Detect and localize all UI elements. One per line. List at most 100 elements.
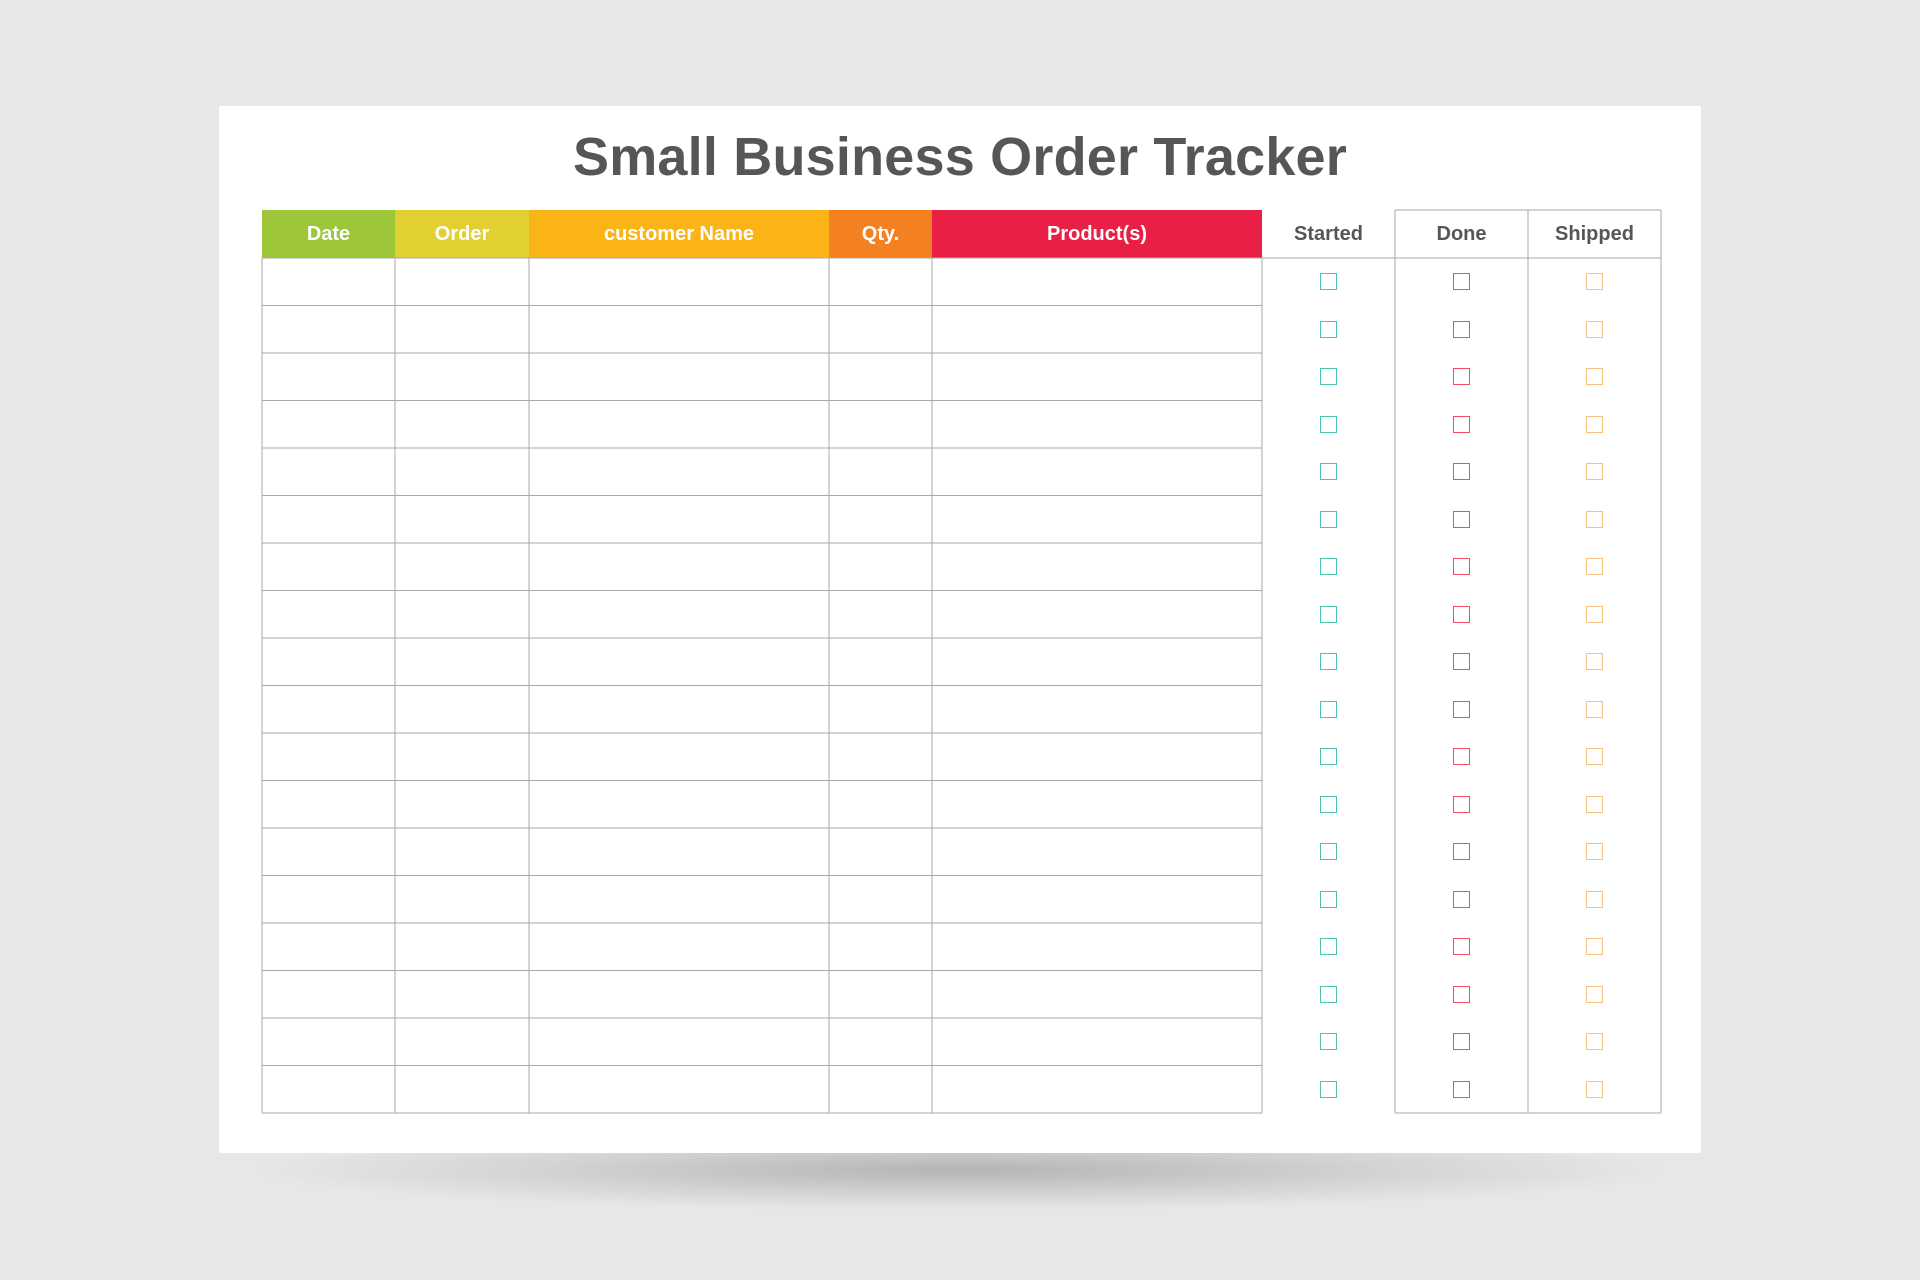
cell-qty[interactable]	[829, 305, 932, 353]
cell-order[interactable]	[395, 400, 529, 448]
cell-qty[interactable]	[829, 685, 932, 733]
started-checkbox[interactable]	[1320, 558, 1337, 576]
shipped-checkbox[interactable]	[1586, 605, 1603, 623]
cell-date[interactable]	[262, 448, 395, 496]
cell-order[interactable]	[395, 495, 529, 543]
cell-date[interactable]	[262, 258, 395, 306]
cell-customer-name[interactable]	[529, 305, 829, 353]
cell-qty[interactable]	[829, 543, 932, 591]
cell-products[interactable]	[932, 828, 1262, 876]
done-checkbox[interactable]	[1453, 368, 1470, 386]
started-checkbox[interactable]	[1320, 273, 1337, 291]
done-checkbox[interactable]	[1453, 1033, 1470, 1051]
cell-date[interactable]	[262, 685, 395, 733]
cell-qty[interactable]	[829, 495, 932, 543]
shipped-checkbox[interactable]	[1586, 653, 1603, 671]
cell-qty[interactable]	[829, 400, 932, 448]
cell-products[interactable]	[932, 733, 1262, 781]
done-checkbox[interactable]	[1453, 273, 1470, 291]
cell-date[interactable]	[262, 638, 395, 686]
cell-qty[interactable]	[829, 733, 932, 781]
cell-qty[interactable]	[829, 353, 932, 401]
done-checkbox[interactable]	[1453, 890, 1470, 908]
cell-date[interactable]	[262, 970, 395, 1018]
cell-products[interactable]	[932, 875, 1262, 923]
cell-date[interactable]	[262, 495, 395, 543]
done-checkbox[interactable]	[1453, 985, 1470, 1003]
started-checkbox[interactable]	[1320, 700, 1337, 718]
started-checkbox[interactable]	[1320, 748, 1337, 766]
cell-products[interactable]	[932, 448, 1262, 496]
cell-order[interactable]	[395, 685, 529, 733]
started-checkbox[interactable]	[1320, 890, 1337, 908]
done-checkbox[interactable]	[1453, 795, 1470, 813]
cell-customer-name[interactable]	[529, 923, 829, 971]
cell-qty[interactable]	[829, 590, 932, 638]
cell-order[interactable]	[395, 543, 529, 591]
cell-products[interactable]	[932, 495, 1262, 543]
shipped-checkbox[interactable]	[1586, 368, 1603, 386]
cell-customer-name[interactable]	[529, 733, 829, 781]
cell-products[interactable]	[932, 590, 1262, 638]
cell-qty[interactable]	[829, 448, 932, 496]
cell-products[interactable]	[932, 638, 1262, 686]
cell-order[interactable]	[395, 828, 529, 876]
cell-customer-name[interactable]	[529, 448, 829, 496]
cell-date[interactable]	[262, 1018, 395, 1066]
started-checkbox[interactable]	[1320, 795, 1337, 813]
started-checkbox[interactable]	[1320, 938, 1337, 956]
shipped-checkbox[interactable]	[1586, 558, 1603, 576]
cell-customer-name[interactable]	[529, 780, 829, 828]
cell-order[interactable]	[395, 733, 529, 781]
done-checkbox[interactable]	[1453, 415, 1470, 433]
cell-qty[interactable]	[829, 1018, 932, 1066]
done-checkbox[interactable]	[1453, 700, 1470, 718]
cell-order[interactable]	[395, 258, 529, 306]
shipped-checkbox[interactable]	[1586, 795, 1603, 813]
cell-products[interactable]	[932, 1065, 1262, 1113]
cell-qty[interactable]	[829, 923, 932, 971]
cell-products[interactable]	[932, 400, 1262, 448]
done-checkbox[interactable]	[1453, 843, 1470, 861]
cell-date[interactable]	[262, 780, 395, 828]
cell-customer-name[interactable]	[529, 495, 829, 543]
shipped-checkbox[interactable]	[1586, 985, 1603, 1003]
cell-date[interactable]	[262, 353, 395, 401]
cell-order[interactable]	[395, 1018, 529, 1066]
cell-qty[interactable]	[829, 875, 932, 923]
cell-date[interactable]	[262, 875, 395, 923]
done-checkbox[interactable]	[1453, 653, 1470, 671]
cell-qty[interactable]	[829, 638, 932, 686]
cell-customer-name[interactable]	[529, 543, 829, 591]
cell-date[interactable]	[262, 923, 395, 971]
cell-order[interactable]	[395, 875, 529, 923]
started-checkbox[interactable]	[1320, 843, 1337, 861]
done-checkbox[interactable]	[1453, 938, 1470, 956]
shipped-checkbox[interactable]	[1586, 415, 1603, 433]
done-checkbox[interactable]	[1453, 463, 1470, 481]
started-checkbox[interactable]	[1320, 463, 1337, 481]
started-checkbox[interactable]	[1320, 653, 1337, 671]
cell-date[interactable]	[262, 1065, 395, 1113]
shipped-checkbox[interactable]	[1586, 748, 1603, 766]
cell-qty[interactable]	[829, 258, 932, 306]
cell-order[interactable]	[395, 590, 529, 638]
cell-products[interactable]	[932, 258, 1262, 306]
cell-order[interactable]	[395, 1065, 529, 1113]
shipped-checkbox[interactable]	[1586, 1033, 1603, 1051]
shipped-checkbox[interactable]	[1586, 890, 1603, 908]
cell-date[interactable]	[262, 828, 395, 876]
shipped-checkbox[interactable]	[1586, 1080, 1603, 1098]
cell-products[interactable]	[932, 970, 1262, 1018]
started-checkbox[interactable]	[1320, 320, 1337, 338]
shipped-checkbox[interactable]	[1586, 700, 1603, 718]
cell-order[interactable]	[395, 970, 529, 1018]
cell-order[interactable]	[395, 305, 529, 353]
cell-products[interactable]	[932, 1018, 1262, 1066]
cell-order[interactable]	[395, 780, 529, 828]
started-checkbox[interactable]	[1320, 368, 1337, 386]
cell-date[interactable]	[262, 733, 395, 781]
cell-date[interactable]	[262, 590, 395, 638]
cell-date[interactable]	[262, 543, 395, 591]
shipped-checkbox[interactable]	[1586, 510, 1603, 528]
